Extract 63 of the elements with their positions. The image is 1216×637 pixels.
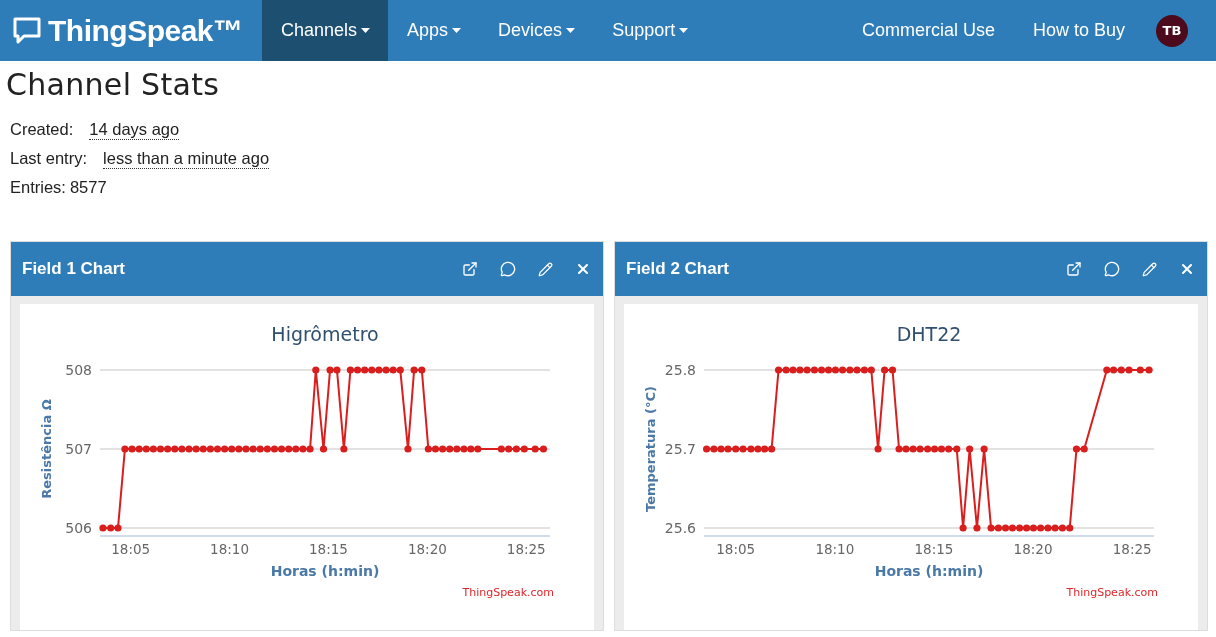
stat-label: Created: [10, 120, 74, 140]
chart-title: Higrômetro [271, 323, 379, 345]
caret-icon [452, 28, 462, 33]
page-title: Channel Stats [6, 67, 221, 102]
data-point [404, 445, 412, 453]
panel-title: Field 2 Chart [626, 259, 730, 279]
axis-tick-label: 18:15 [309, 541, 348, 557]
axis-title: Resistência Ω [39, 399, 54, 499]
caret-icon [566, 28, 576, 33]
data-point [973, 524, 981, 532]
speech-bubble-icon [12, 15, 42, 46]
data-point [319, 445, 328, 453]
caret-icon [361, 28, 371, 33]
nav-menu[interactable]: Channels [262, 0, 389, 61]
chart-title: DHT22 [896, 323, 962, 345]
nav-link[interactable]: Commercial Use [842, 0, 1014, 61]
panel-title: Field 1 Chart [22, 259, 126, 279]
axis-tick-label: 18:25 [506, 541, 546, 557]
close-icon[interactable] [1179, 261, 1195, 277]
stat-value: 8577 [69, 178, 107, 197]
external-link-icon[interactable] [462, 261, 478, 277]
axis-tick-label: 25.8 [664, 362, 696, 378]
axis-tick-label: 508 [65, 362, 92, 378]
axis-tick-label: 18:05 [716, 541, 756, 557]
nav-menu[interactable]: Apps [388, 0, 480, 61]
axis-tick-label: 18:10 [210, 541, 249, 557]
axis-title: Temperatura (°C) [643, 386, 658, 512]
axis-tick-label: 18:15 [914, 541, 954, 557]
axis-tick-label: 506 [65, 520, 92, 536]
data-point [966, 445, 974, 453]
pencil-icon[interactable] [1142, 261, 1157, 277]
stat-label: Entries: [10, 178, 66, 197]
nav-menu[interactable]: Support [593, 0, 707, 61]
chart-credit[interactable]: ThingSpeak.com [1066, 586, 1158, 599]
axis-tick-label: 25.6 [664, 520, 696, 536]
speech-bubble-icon[interactable] [500, 261, 516, 277]
axis-tick-label: 507 [65, 441, 92, 457]
nav-link[interactable]: How to Buy [1013, 0, 1144, 61]
speech-bubble-icon[interactable] [1104, 261, 1120, 277]
close-icon[interactable] [575, 261, 591, 277]
axis-tick-label: 18:25 [1112, 541, 1152, 557]
stat-label: Last entry: [10, 149, 88, 169]
brand-logo[interactable]: ThingSpeak™ [48, 13, 243, 48]
data-point [340, 445, 348, 453]
nav-menu[interactable]: Devices [479, 0, 594, 61]
axis-tick-label: 18:20 [407, 541, 447, 557]
stat-value: 14 days ago [89, 120, 180, 140]
pencil-icon[interactable] [538, 261, 553, 277]
chart-credit[interactable]: ThingSpeak.com [462, 586, 554, 599]
axis-tick-label: 18:20 [1013, 541, 1053, 557]
axis-title: Horas (h:min) [270, 563, 380, 579]
axis-tick-label: 18:05 [111, 541, 151, 557]
external-link-icon[interactable] [1066, 261, 1082, 277]
axis-tick-label: 18:10 [815, 541, 855, 557]
stat-value: less than a minute ago [103, 149, 270, 169]
data-point [312, 366, 320, 374]
caret-icon [679, 28, 689, 33]
data-point [959, 524, 967, 532]
axis-tick-label: 25.7 [664, 441, 696, 457]
axis-title: Horas (h:min) [874, 563, 984, 579]
data-point [980, 445, 988, 453]
data-point [874, 445, 882, 453]
user-avatar[interactable]: TB [1156, 14, 1188, 47]
